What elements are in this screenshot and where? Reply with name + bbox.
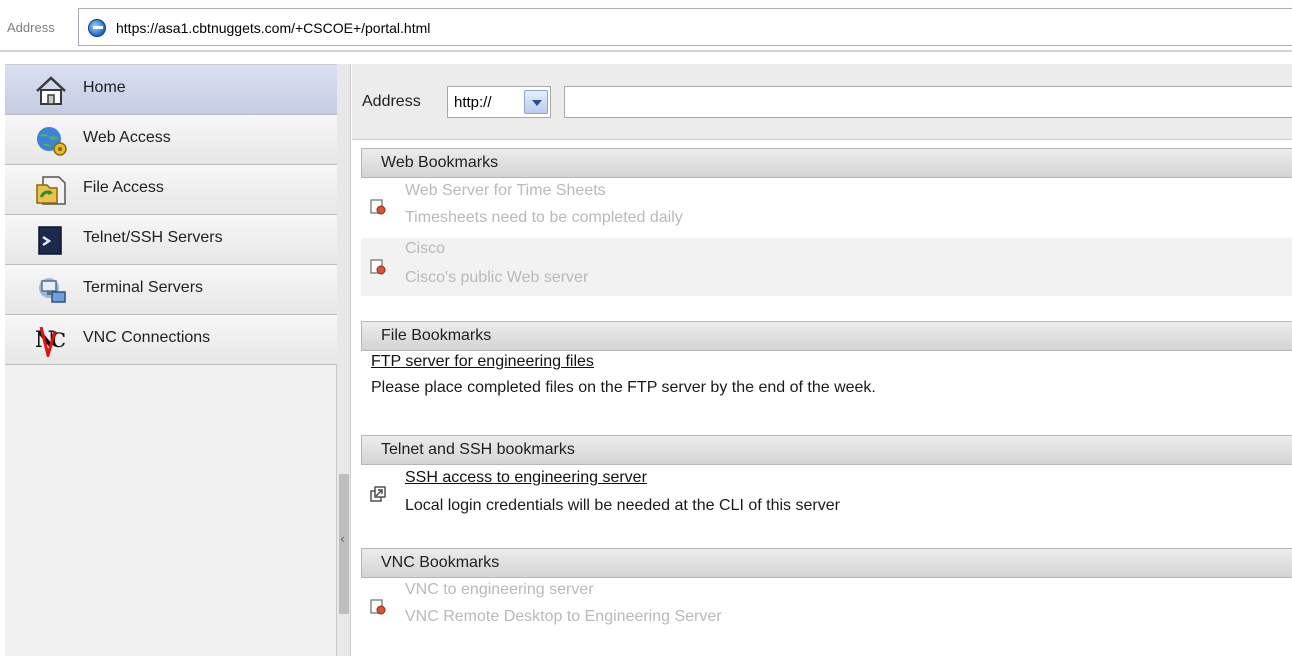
bookmark-description: VNC Remote Desktop to Engineering Server	[405, 608, 722, 625]
bookmark-row[interactable]: Web Server for Time Sheets Timesheets ne…	[361, 180, 1292, 238]
sidebar-item-label: Home	[83, 79, 126, 96]
portal-address-label: Address	[362, 93, 421, 110]
section-title: Web Bookmarks	[381, 154, 499, 171]
browser-url-text[interactable]: https://asa1.cbtnuggets.com/+CSCOE+/port…	[116, 20, 430, 36]
portal-url-input[interactable]	[564, 86, 1292, 118]
bookmark-description: Please place completed files on the FTP …	[371, 379, 876, 396]
section-header-vnc-bookmarks: VNC Bookmarks	[361, 548, 1292, 578]
sidebar-item-label: Terminal Servers	[83, 279, 204, 296]
browser-address-label: Address	[7, 20, 55, 35]
file-access-icon	[33, 173, 69, 207]
sidebar: Home Web Access File Access Telnet/SSH S…	[5, 64, 337, 656]
browser-url-field[interactable]: https://asa1.cbtnuggets.com/+CSCOE+/port…	[78, 8, 1292, 46]
ie-page-icon	[88, 19, 106, 37]
section-title: Telnet and SSH bookmarks	[381, 441, 575, 458]
sidebar-item-vnc-connections[interactable]: NC VNC Connections	[5, 315, 337, 365]
sidebar-item-telnet-ssh[interactable]: Telnet/SSH Servers	[5, 215, 337, 265]
divider	[0, 50, 1292, 52]
chevron-down-icon[interactable]	[524, 90, 548, 114]
bookmark-description: Local login credentials will be needed a…	[405, 497, 840, 514]
collapse-handle[interactable]	[339, 474, 349, 614]
terminal-icon	[33, 223, 69, 257]
browser-address-bar: Address https://asa1.cbtnuggets.com/+CSC…	[0, 0, 1292, 52]
bookmark-row[interactable]: VNC to engineering server VNC Remote Des…	[361, 579, 1292, 637]
bookmark-title[interactable]: Web Server for Time Sheets	[405, 182, 606, 200]
bookmark-description: Cisco's public Web server	[405, 269, 589, 286]
web-bookmark-icon	[369, 198, 387, 216]
home-icon	[33, 73, 69, 107]
portal-address-bar: Address http://	[352, 64, 1292, 140]
sidebar-item-home[interactable]: Home	[5, 65, 337, 115]
web-bookmark-icon	[369, 258, 387, 276]
bookmark-row[interactable]: Cisco Cisco's public Web server	[361, 238, 1292, 296]
bookmark-link[interactable]: FTP server for engineering files	[371, 353, 594, 371]
protocol-select[interactable]: http://	[447, 86, 551, 118]
sidebar-item-label: File Access	[83, 179, 164, 196]
bookmark-link[interactable]: SSH access to engineering server	[405, 469, 647, 487]
bookmark-title[interactable]: VNC to engineering server	[405, 581, 594, 599]
main-content: Address http:// Web Bookmarks Web Server…	[352, 64, 1292, 656]
section-header-file-bookmarks: File Bookmarks	[361, 321, 1292, 351]
sidebar-item-web-access[interactable]: Web Access	[5, 115, 337, 165]
section-header-web-bookmarks: Web Bookmarks	[361, 148, 1292, 178]
bookmark-row[interactable]: SSH access to engineering server Local l…	[361, 466, 1292, 524]
section-title: File Bookmarks	[381, 327, 492, 344]
ssh-bookmark-icon	[369, 485, 387, 503]
bookmark-description: Timesheets need to be completed daily	[405, 209, 683, 226]
sidebar-item-label: Telnet/SSH Servers	[83, 229, 223, 246]
sidebar-item-terminal-servers[interactable]: Terminal Servers	[5, 265, 337, 315]
bookmark-title[interactable]: Cisco	[405, 240, 445, 258]
vnc-icon: NC	[33, 323, 69, 361]
web-access-icon	[33, 123, 69, 157]
vnc-bookmark-icon	[369, 598, 387, 616]
sidebar-item-label: VNC Connections	[83, 329, 211, 346]
bookmark-row[interactable]: FTP server for engineering files Please …	[361, 352, 1292, 408]
section-header-telnet-ssh-bookmarks: Telnet and SSH bookmarks	[361, 435, 1292, 465]
section-title: VNC Bookmarks	[381, 554, 500, 571]
sidebar-item-file-access[interactable]: File Access	[5, 165, 337, 215]
terminal-servers-icon	[33, 273, 69, 307]
sidebar-item-label: Web Access	[83, 129, 171, 146]
protocol-value: http://	[454, 94, 492, 111]
pane-splitter[interactable]	[337, 64, 351, 656]
